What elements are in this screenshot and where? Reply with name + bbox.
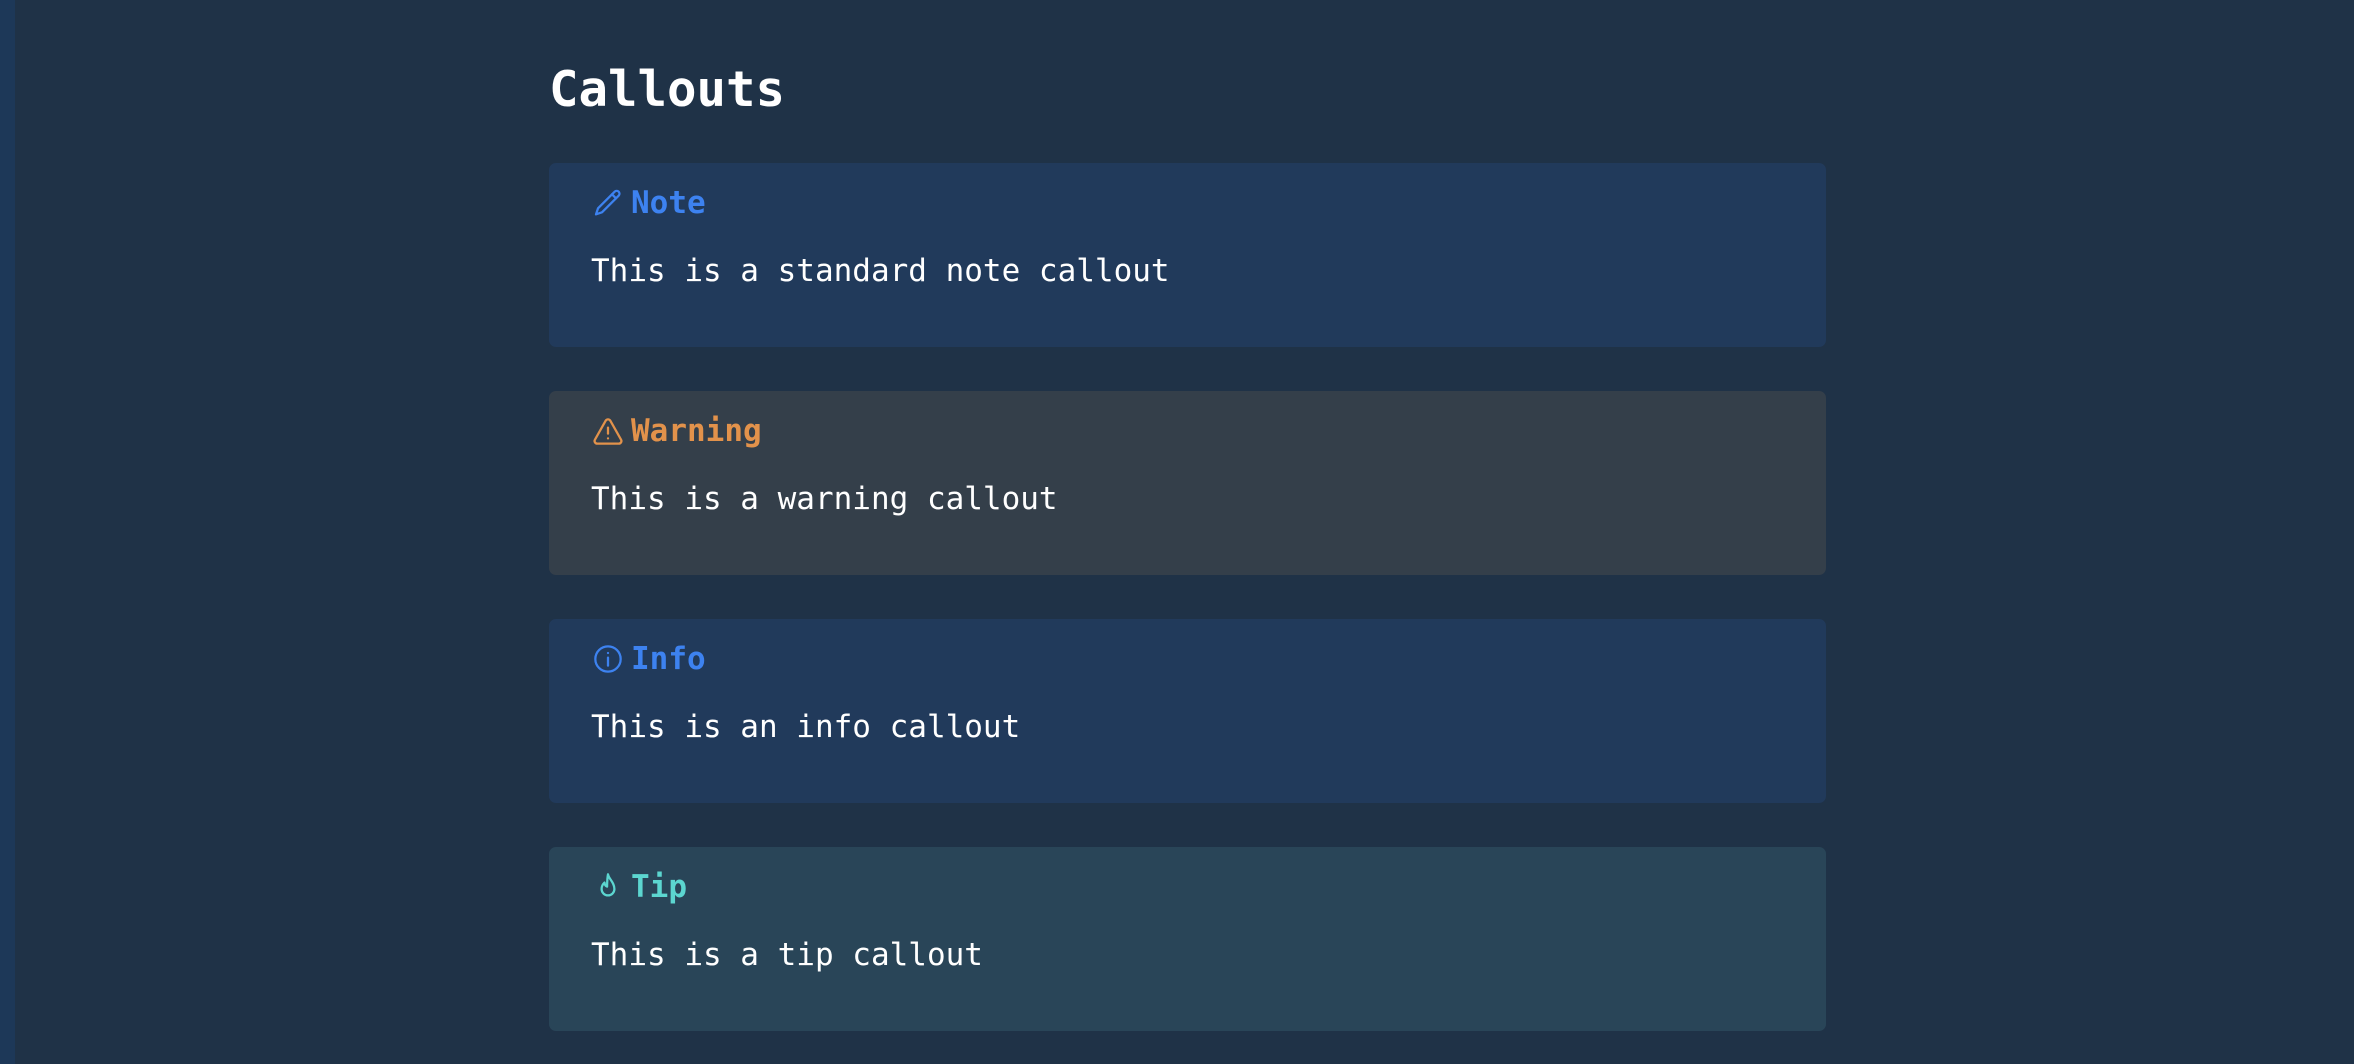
callout-title: Info xyxy=(631,641,706,677)
callout-body: This is a standard note callout xyxy=(591,253,1170,289)
page-title: Callouts xyxy=(549,61,786,118)
callout-warning: Warning This is a warning callout xyxy=(549,391,1826,575)
callout-tip: Tip This is a tip callout xyxy=(549,847,1826,1031)
warning-triangle-icon xyxy=(591,414,625,448)
callout-body: This is a warning callout xyxy=(591,481,1058,517)
callout-body: This is an info callout xyxy=(591,709,1021,745)
callout-note: Note This is a standard note callout xyxy=(549,163,1826,347)
pencil-icon xyxy=(591,186,625,220)
callout-header: Warning xyxy=(591,411,762,451)
callout-header: Note xyxy=(591,183,706,223)
callout-header: Info xyxy=(591,639,706,679)
callout-body: This is a tip callout xyxy=(591,937,983,973)
info-circle-icon xyxy=(591,642,625,676)
callout-title: Warning xyxy=(631,413,762,449)
callout-title: Note xyxy=(631,185,706,221)
callout-title: Tip xyxy=(631,869,687,905)
left-edge-border xyxy=(0,0,15,1064)
callout-header: Tip xyxy=(591,867,687,907)
callout-info: Info This is an info callout xyxy=(549,619,1826,803)
flame-icon xyxy=(591,870,625,904)
